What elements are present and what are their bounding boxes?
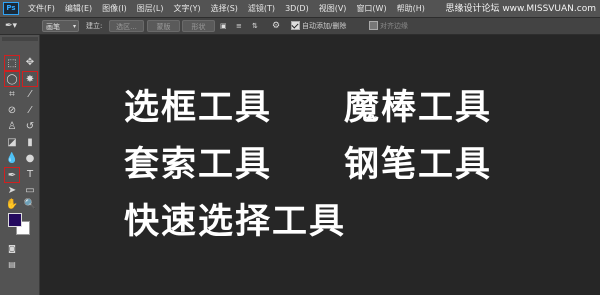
- selection-button[interactable]: 选区...: [109, 20, 144, 32]
- screen-mode-icon[interactable]: ▤: [4, 257, 20, 273]
- align-edges-checkbox[interactable]: 对齐边缘: [369, 20, 429, 32]
- pen-preset-icon[interactable]: ✒▾: [5, 20, 23, 32]
- history-brush-tool-icon[interactable]: ↺: [22, 119, 38, 135]
- crop-tool-icon[interactable]: ⌗: [4, 87, 20, 103]
- menu-type[interactable]: 文字(Y): [168, 0, 205, 17]
- lasso-tool-icon[interactable]: ◯: [4, 71, 20, 87]
- magic-wand-tool-label: 魔棒工具: [344, 88, 493, 128]
- path-arrangement-icon[interactable]: ⇅: [252, 20, 262, 32]
- gear-icon[interactable]: ⚙: [272, 20, 282, 32]
- pen-tool-icon[interactable]: ✒: [4, 167, 20, 183]
- panel-grip[interactable]: [2, 37, 38, 41]
- tool-mode-select[interactable]: 画笔 ▾: [42, 20, 79, 32]
- watermark: 思缘设计论坛 www.MISSVUAN.com: [445, 4, 596, 14]
- marquee-tool-label: 选框工具: [124, 88, 273, 128]
- menu-filter[interactable]: 滤镜(T): [243, 0, 280, 17]
- foreground-color-swatch[interactable]: [8, 213, 22, 227]
- brush-tool-icon[interactable]: ⁄: [22, 103, 38, 119]
- quick-selection-tool-label: 快速选择工具: [124, 202, 347, 242]
- gradient-tool-icon[interactable]: ▮: [22, 135, 38, 151]
- path-operations-icon[interactable]: ▣: [220, 20, 230, 32]
- blur-tool-icon[interactable]: 💧: [4, 151, 20, 167]
- dodge-tool-icon[interactable]: ●: [22, 151, 38, 167]
- align-edges-label: 对齐边缘: [380, 22, 408, 30]
- lasso-tool-label: 套索工具: [124, 145, 273, 185]
- menu-help[interactable]: 帮助(H): [392, 0, 430, 17]
- checkbox-unchecked: [369, 20, 378, 30]
- auto-add-delete-checkbox[interactable]: 自动添加/删除: [291, 20, 361, 32]
- menu-bar: Ps 文件(F) 编辑(E) 图像(I) 图层(L) 文字(Y) 选择(S) 滤…: [0, 0, 600, 17]
- path-alignment-icon[interactable]: ≡: [236, 20, 246, 32]
- zoom-tool-icon[interactable]: 🔍: [22, 197, 38, 213]
- chevron-down-icon: ▾: [72, 23, 76, 30]
- marquee-tool-icon[interactable]: ⬚: [4, 55, 20, 71]
- quick-mask-icon[interactable]: ◙: [4, 241, 20, 257]
- pen-tool-label: 钢笔工具: [344, 145, 493, 185]
- clone-stamp-tool-icon[interactable]: ♙: [4, 119, 20, 135]
- healing-brush-tool-icon[interactable]: ⊘: [4, 103, 20, 119]
- photoshop-logo: Ps: [3, 2, 19, 15]
- tools-panel: ⬚ ✥ ◯ ✸ ⌗ ⁄ ⊘ ⁄ ♙ ↺ ◪ ▮ 💧 ● ✒ T ➤ ▭ ✋ 🔍 …: [0, 35, 40, 295]
- auto-add-delete-label: 自动添加/删除: [302, 22, 347, 30]
- menu-layer[interactable]: 图层(L): [132, 0, 169, 17]
- menu-edit[interactable]: 编辑(E): [60, 0, 97, 17]
- magic-wand-tool-icon[interactable]: ✸: [22, 71, 38, 87]
- menu-3d[interactable]: 3D(D): [280, 0, 314, 17]
- mask-button[interactable]: 蒙版: [147, 20, 180, 32]
- make-label: 建立:: [86, 22, 103, 30]
- eyedropper-tool-icon[interactable]: ⁄: [22, 87, 38, 103]
- move-tool-icon[interactable]: ✥: [22, 55, 38, 71]
- options-bar: ✒▾ 画笔 ▾ 建立: 选区... 蒙版 形状 ▣ ≡ ⇅ ⚙ 自动添加/删除 对…: [0, 17, 600, 35]
- shape-button[interactable]: 形状: [182, 20, 215, 32]
- document-canvas[interactable]: 选框工具 魔棒工具 套索工具 钢笔工具 快速选择工具: [40, 35, 600, 295]
- menu-select[interactable]: 选择(S): [206, 0, 243, 17]
- menu-view[interactable]: 视图(V): [314, 0, 352, 17]
- tool-mode-value: 画笔: [46, 23, 60, 31]
- hand-tool-icon[interactable]: ✋: [4, 197, 20, 213]
- eraser-tool-icon[interactable]: ◪: [4, 135, 20, 151]
- menu-image[interactable]: 图像(I): [97, 0, 132, 17]
- checkbox-checked: [291, 20, 300, 30]
- menu-file[interactable]: 文件(F): [23, 0, 60, 17]
- menu-window[interactable]: 窗口(W): [351, 0, 391, 17]
- type-tool-icon[interactable]: T: [22, 167, 38, 183]
